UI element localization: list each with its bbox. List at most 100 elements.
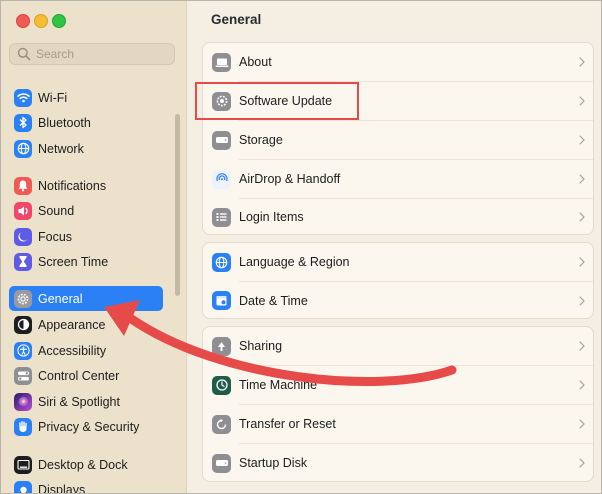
hourglass-icon [14,252,32,271]
chevron-right-icon [579,57,585,67]
sidebar-item-label: Displays [38,482,86,494]
disk-icon [212,453,231,473]
row-label: About [239,55,272,69]
sidebar-item-label: Siri & Spotlight [38,394,120,409]
row-airdrop-handoff[interactable]: AirDrop & Handoff [203,160,593,198]
sidebar-item-label: Sound [38,203,75,218]
calendar-icon [212,291,231,310]
chevron-right-icon [579,341,585,351]
row-startup-disk[interactable]: Startup Disk [203,444,593,482]
chevron-right-icon [579,135,585,145]
sidebar-item-sound[interactable]: Sound [9,198,163,223]
globe-icon [212,252,231,272]
sharing-icon [212,336,231,356]
row-transfer-reset[interactable]: Transfer or Reset [203,405,593,443]
search-input[interactable] [36,47,166,61]
row-label: Storage [239,133,283,147]
page-title: General [211,12,262,27]
sidebar-item-appearance[interactable]: Appearance [9,312,163,337]
gear-icon [14,289,32,308]
general-group-sharing: Sharing Time Machine Transfer or Reset S… [202,326,594,482]
row-storage[interactable]: Storage [203,121,593,159]
sidebar-item-desktop-dock[interactable]: Desktop & Dock [9,452,163,477]
sidebar-item-label: Appearance [38,317,106,332]
row-login-items[interactable]: Login Items [203,199,593,235]
chevron-right-icon [579,96,585,106]
row-label: Sharing [239,339,283,353]
row-label: Transfer or Reset [239,417,336,431]
chevron-right-icon [579,212,585,222]
toggles-icon [14,366,32,385]
sidebar-item-label: Bluetooth [38,115,91,130]
sidebar-item-label: Privacy & Security [38,419,140,434]
chevron-right-icon [579,458,585,468]
sidebar-item-network[interactable]: Network [9,136,163,161]
chevron-right-icon [579,380,585,390]
row-label: AirDrop & Handoff [239,172,341,186]
sidebar-item-siri-spotlight[interactable]: Siri & Spotlight [9,389,163,414]
airdrop-icon [212,169,231,189]
globe-icon [14,139,32,158]
general-group-system: About Software Update Storage AirDrop & … [202,42,594,235]
bluetooth-icon [14,113,32,132]
laptop-icon [212,52,231,72]
sidebar-item-label: Screen Time [38,254,109,269]
sidebar-item-label: Desktop & Dock [38,457,128,472]
zoom-window-button[interactable] [52,14,66,28]
sidebar-item-bluetooth[interactable]: Bluetooth [9,110,163,135]
sidebar-item-label: Control Center [38,368,120,383]
sidebar-item-label: General [38,291,83,306]
drive-icon [212,130,231,150]
row-label: Date & Time [239,293,308,308]
chevron-right-icon [579,174,585,184]
row-label: Startup Disk [239,456,308,470]
row-label: Login Items [239,210,304,224]
search-field[interactable] [9,43,175,65]
sidebar-item-notifications[interactable]: Notifications [9,173,163,198]
time-machine-icon [212,375,231,395]
bell-icon [14,176,32,195]
appearance-icon [14,315,32,334]
search-icon [17,47,31,61]
sidebar-item-wifi[interactable]: Wi-Fi [9,85,163,110]
dock-icon [14,455,32,474]
speaker-icon [14,201,32,220]
reset-icon [212,414,231,434]
chevron-right-icon [579,257,585,267]
sidebar-item-label: Notifications [38,178,107,193]
sidebar-item-label: Network [38,141,84,156]
sidebar-item-label: Wi-Fi [38,90,68,105]
sidebar-item-focus[interactable]: Focus [9,224,163,249]
chevron-right-icon [579,419,585,429]
sidebar-item-general[interactable]: General [9,286,163,311]
sidebar-item-displays[interactable]: Displays [9,477,163,494]
row-date-time[interactable]: Date & Time [203,282,593,319]
row-sharing[interactable]: Sharing [203,327,593,365]
row-language-region[interactable]: Language & Region [203,243,593,281]
wifi-icon [14,88,32,107]
sidebar-item-label: Accessibility [38,343,107,358]
hand-icon [14,417,32,436]
sidebar-item-label: Focus [38,229,73,244]
annotation-highlight-box [195,82,359,120]
chevron-right-icon [579,295,585,306]
minimize-window-button[interactable] [34,14,48,28]
sidebar: Wi-Fi Bluetooth Network Notifications [1,1,187,493]
moon-icon [14,227,32,246]
general-group-locale: Language & Region Date & Time [202,242,594,319]
accessibility-icon [14,341,32,360]
sidebar-scrollbar[interactable] [175,114,180,296]
row-time-machine[interactable]: Time Machine [203,366,593,404]
sidebar-item-screen-time[interactable]: Screen Time [9,249,163,274]
settings-window: Wi-Fi Bluetooth Network Notifications [0,0,602,494]
row-label: Time Machine [239,378,318,392]
row-about[interactable]: About [203,43,593,81]
sidebar-item-control-center[interactable]: Control Center [9,363,163,388]
sidebar-item-accessibility[interactable]: Accessibility [9,338,163,363]
display-icon [14,480,32,493]
list-icon [212,207,231,227]
row-label: Language & Region [239,255,350,269]
siri-icon [14,392,32,411]
close-window-button[interactable] [16,14,30,28]
sidebar-item-privacy-security[interactable]: Privacy & Security [9,414,163,439]
